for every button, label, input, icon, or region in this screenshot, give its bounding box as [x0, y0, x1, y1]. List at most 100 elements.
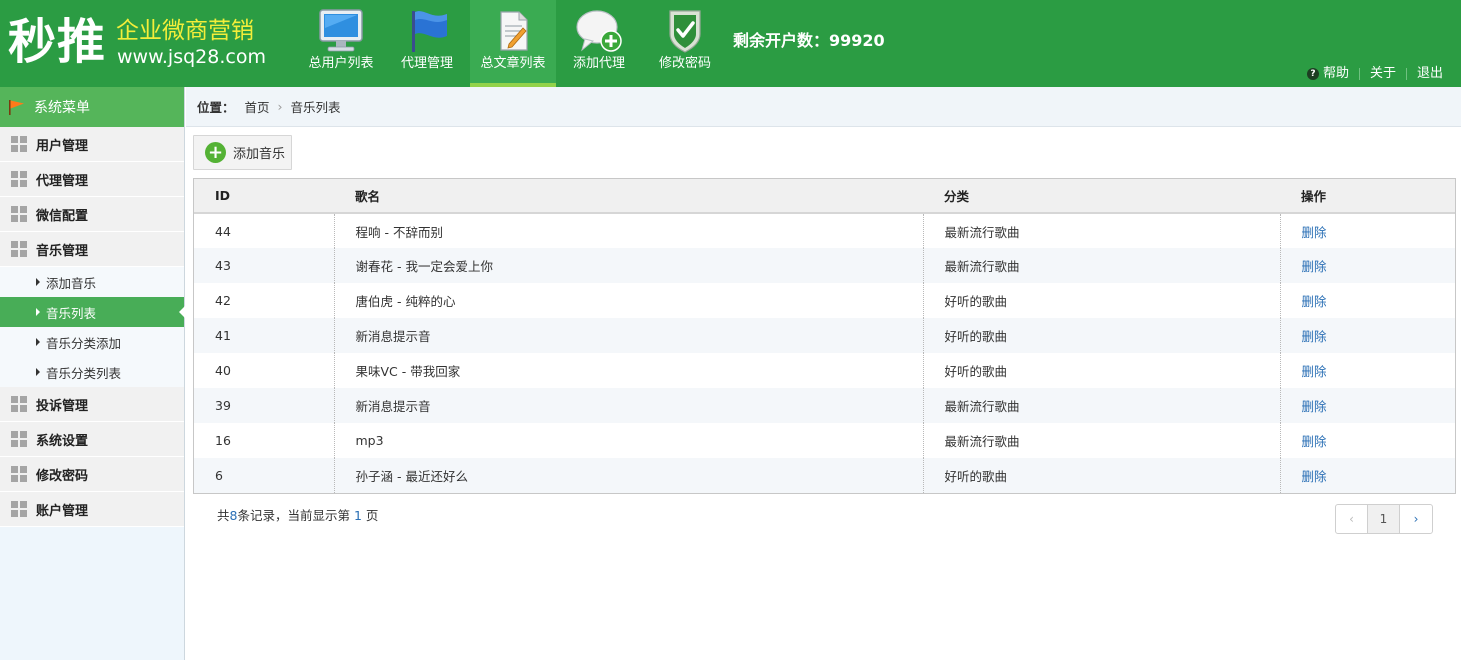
cell-category: 好听的歌曲: [923, 283, 1281, 318]
table-row: 6 孙子涵 - 最近还好么 好听的歌曲 删除: [194, 458, 1455, 493]
grid-icon: [11, 396, 27, 412]
sidebar-item-music-list[interactable]: 音乐列表: [0, 297, 185, 327]
cell-name: 程响 - 不辞而别: [334, 213, 924, 248]
summary-suffix: 页: [361, 508, 379, 523]
prev-page-button[interactable]: ‹: [1336, 505, 1368, 533]
nav-item-user-list[interactable]: 总用户列表: [298, 0, 384, 87]
cell-id: 43: [194, 248, 335, 283]
logo-subtitle: 企业微商营销: [116, 18, 254, 44]
record-summary: 共8条记录，当前显示第 1 页: [217, 505, 378, 524]
cell-id: 39: [194, 388, 335, 423]
breadcrumb-home-link[interactable]: 首页: [245, 97, 270, 116]
sidebar-item-label: 音乐分类添加: [46, 335, 122, 351]
cell-category: 最新流行歌曲: [923, 388, 1281, 423]
column-header-id[interactable]: ID: [194, 179, 334, 214]
delete-link[interactable]: 删除: [1302, 399, 1327, 414]
sidebar-group-label: 系统设置: [36, 433, 89, 449]
logout-link[interactable]: 退出: [1417, 66, 1443, 82]
top-links: ? 帮助 关于 退出: [1306, 66, 1443, 82]
delete-link[interactable]: 删除: [1302, 329, 1327, 344]
sidebar-group-label: 修改密码: [36, 468, 89, 484]
sidebar-title: 系统菜单: [0, 87, 184, 127]
grid-icon: [11, 431, 27, 447]
breadcrumb-label: 位置：: [197, 100, 235, 115]
grid-icon: [11, 501, 27, 517]
table-row: 16 mp3 最新流行歌曲 删除: [194, 423, 1455, 458]
sidebar-group-agent-manage[interactable]: 代理管理: [0, 162, 184, 197]
delete-link[interactable]: 删除: [1302, 294, 1327, 309]
cell-action: 删除: [1280, 423, 1455, 458]
cell-category: 好听的歌曲: [923, 353, 1281, 388]
divider: [1358, 68, 1360, 80]
cell-id: 16: [194, 423, 335, 458]
nav-item-article-list[interactable]: 总文章列表: [470, 0, 556, 87]
page-number-current[interactable]: 1: [1368, 505, 1400, 533]
add-music-button[interactable]: + 添加音乐: [193, 135, 292, 170]
nav-item-add-agent[interactable]: 添加代理: [556, 0, 642, 87]
music-table: ID 歌名 分类 操作 44 程响 - 不辞而别 最新流行歌曲 删除 43 谢春…: [193, 178, 1456, 494]
plus-circle-icon: +: [205, 142, 226, 163]
sidebar-item-add-music-category[interactable]: 音乐分类添加: [0, 327, 184, 357]
cell-id: 42: [194, 283, 335, 318]
delete-link[interactable]: 删除: [1302, 225, 1327, 240]
delete-link[interactable]: 删除: [1302, 259, 1327, 274]
cell-name: 孙子涵 - 最近还好么: [334, 458, 924, 493]
nav-item-agent-manage[interactable]: 代理管理: [384, 0, 470, 87]
breadcrumb-current: 音乐列表: [290, 100, 341, 115]
logo-url: www.jsq28.com: [117, 46, 266, 68]
help-link[interactable]: 帮助: [1323, 66, 1349, 82]
sidebar: 系统菜单 用户管理 代理管理 微信配置 音乐管理 添加音乐 音乐列表 音乐分类添…: [0, 87, 185, 660]
sidebar-item-label: 音乐分类列表: [46, 365, 122, 381]
grid-icon: [11, 206, 27, 222]
nav-item-label: 修改密码: [658, 56, 711, 71]
sidebar-item-label: 音乐列表: [46, 305, 97, 321]
cell-category: 最新流行歌曲: [923, 213, 1281, 248]
table-row: 42 唐伯虎 - 纯粹的心 好听的歌曲 删除: [194, 283, 1455, 318]
breadcrumb: 位置： 首页 › 音乐列表: [186, 87, 1461, 127]
sidebar-group-change-password[interactable]: 修改密码: [0, 457, 184, 492]
caret-right-icon: [36, 338, 40, 346]
cell-action: 删除: [1280, 353, 1455, 388]
cell-name: mp3: [334, 423, 924, 458]
sidebar-group-account-manage[interactable]: 账户管理: [0, 492, 184, 527]
sidebar-group-wechat-config[interactable]: 微信配置: [0, 197, 184, 232]
cell-name: 新消息提示音: [334, 388, 924, 423]
sidebar-title-label: 系统菜单: [34, 100, 90, 116]
sidebar-group-user-manage[interactable]: 用户管理: [0, 127, 184, 162]
cell-action: 删除: [1280, 283, 1455, 318]
delete-link[interactable]: 删除: [1302, 364, 1327, 379]
cell-id: 44: [194, 213, 335, 248]
sidebar-group-complaint-manage[interactable]: 投诉管理: [0, 387, 184, 422]
summary-middle: 条记录，当前显示第: [237, 508, 354, 523]
sidebar-group-system-settings[interactable]: 系统设置: [0, 422, 184, 457]
nav-item-label: 总用户列表: [308, 56, 374, 71]
cell-category: 好听的歌曲: [923, 318, 1281, 353]
next-page-button[interactable]: ›: [1400, 505, 1432, 533]
sidebar-group-label: 用户管理: [36, 138, 89, 154]
about-link[interactable]: 关于: [1370, 66, 1396, 82]
top-nav: 总用户列表 代理管理 总文章列表 添加代理 修改密码: [298, 0, 728, 87]
sidebar-group-music-manage[interactable]: 音乐管理: [0, 232, 184, 267]
pagination: ‹ 1 ›: [1335, 504, 1433, 534]
column-header-name[interactable]: 歌名: [334, 179, 923, 214]
sidebar-group-label: 微信配置: [36, 208, 89, 224]
music-submenu: 添加音乐 音乐列表 音乐分类添加 音乐分类列表: [0, 267, 185, 387]
help-icon: ?: [1306, 68, 1319, 80]
summary-prefix: 共: [217, 508, 230, 523]
sidebar-item-add-music[interactable]: 添加音乐: [0, 267, 184, 297]
delete-link[interactable]: 删除: [1302, 434, 1327, 449]
nav-item-label: 添加代理: [572, 56, 625, 71]
caret-right-icon: [36, 308, 40, 316]
column-header-category[interactable]: 分类: [923, 179, 1280, 214]
table-header-row: ID 歌名 分类 操作: [194, 179, 1455, 214]
nav-item-label: 总文章列表: [480, 56, 546, 71]
sidebar-item-music-category-list[interactable]: 音乐分类列表: [0, 357, 184, 387]
sidebar-group-label: 代理管理: [36, 173, 89, 189]
cell-category: 好听的歌曲: [923, 458, 1281, 493]
top-header: 秒推 企业微商营销 www.jsq28.com 总用户列表 代理管理 总文章列表…: [0, 0, 1461, 87]
delete-link[interactable]: 删除: [1302, 469, 1327, 484]
flag-icon: [9, 100, 24, 115]
grid-icon: [11, 466, 27, 482]
nav-item-change-password[interactable]: 修改密码: [642, 0, 728, 87]
sidebar-group-label: 账户管理: [36, 503, 89, 519]
